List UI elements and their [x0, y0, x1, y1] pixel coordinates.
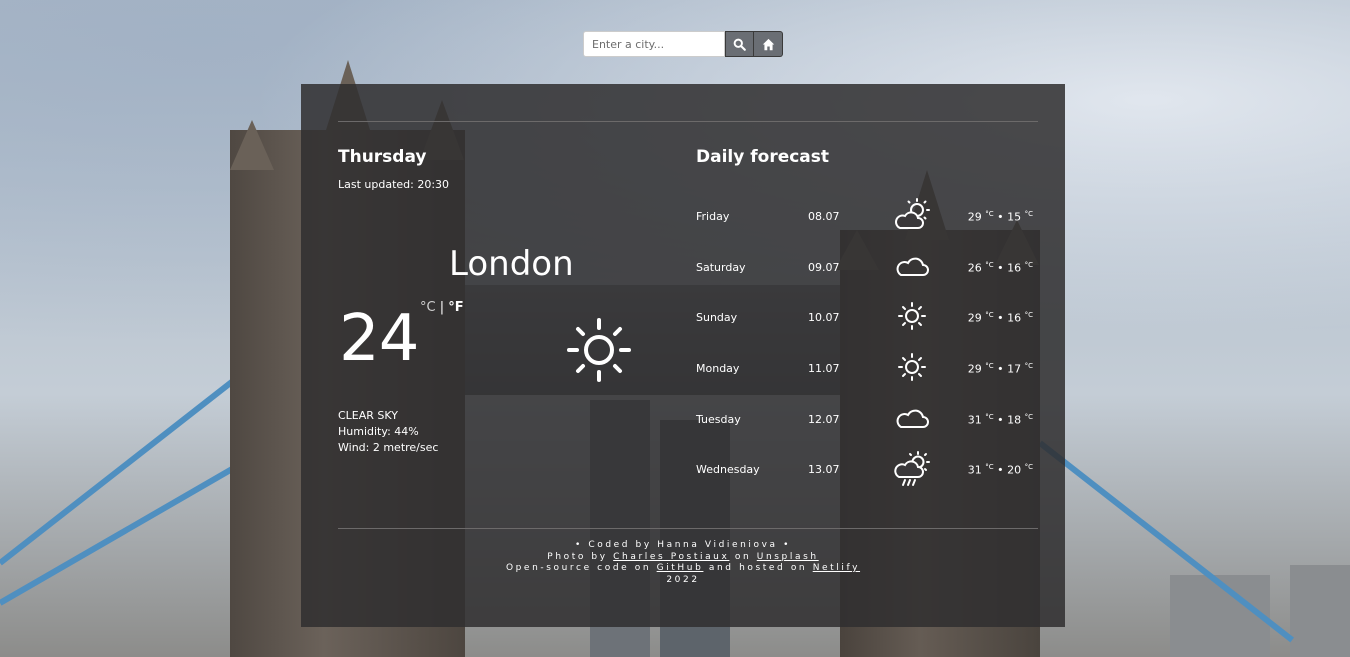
forecast-temp: 29 °C • 17 °C — [968, 362, 1033, 376]
footer-source: Open-source code on GitHub and hosted on… — [301, 563, 1065, 575]
unit: °C — [985, 311, 994, 319]
separator: • — [997, 362, 1004, 376]
unit: °C — [1024, 210, 1033, 218]
footer: • Coded by Hanna Vidieniova • Photo by C… — [301, 540, 1065, 586]
unit: °C — [985, 463, 994, 471]
sun-icon — [894, 350, 932, 387]
forecast-day: Saturday — [696, 261, 746, 274]
forecast-title: Daily forecast — [696, 147, 830, 167]
forecast-temp: 29 °C • 16 °C — [968, 311, 1033, 325]
forecast-min: 17 — [1007, 362, 1022, 376]
unit-separator: | — [439, 300, 445, 315]
forecast-date: 12.07 — [808, 413, 840, 426]
forecast-max: 29 — [967, 311, 982, 325]
forecast-day: Sunday — [696, 311, 738, 324]
separator: • — [997, 413, 1004, 427]
forecast-temp: 31 °C • 20 °C — [968, 463, 1033, 477]
forecast-min: 15 — [1007, 210, 1022, 224]
cloud-icon — [894, 401, 932, 438]
photographer-link[interactable]: Charles Postiaux — [613, 552, 729, 562]
sun-icon — [894, 299, 932, 336]
forecast-date: 10.07 — [808, 311, 840, 324]
forecast-row: Monday 11.07 29 °C • 17 °C — [696, 353, 1041, 381]
netlify-link[interactable]: Netlify — [813, 563, 860, 573]
unit-switch: °C | °F — [420, 300, 464, 315]
forecast-row: Tuesday 12.07 31 °C • 18 °C — [696, 407, 1041, 431]
unit: °C — [1024, 362, 1033, 370]
partly-cloudy-icon — [894, 198, 932, 235]
forecast-min: 18 — [1007, 413, 1022, 427]
footer-photo-credit: Photo by Charles Postiaux on Unsplash — [301, 552, 1065, 564]
unit: °C — [1024, 413, 1033, 421]
unit: °C — [1024, 311, 1033, 319]
current-temperature: 24 — [339, 302, 419, 376]
forecast-day: Tuesday — [696, 413, 741, 426]
forecast-temp: 26 °C • 16 °C — [968, 261, 1033, 275]
unit: °C — [985, 261, 994, 269]
unsplash-link[interactable]: Unsplash — [757, 552, 819, 562]
forecast-max: 31 — [967, 413, 982, 427]
search-form — [583, 31, 783, 57]
forecast-row: Friday 08.07 29 °C • 15 °C — [696, 198, 1041, 229]
unit: °C — [985, 413, 994, 421]
rain-sun-icon — [894, 451, 932, 492]
unit: °C — [985, 210, 994, 218]
weather-description: CLEAR SKY — [338, 409, 398, 422]
forecast-date: 08.07 — [808, 210, 840, 223]
forecast-min: 16 — [1007, 311, 1022, 325]
cloud-icon — [894, 249, 932, 286]
separator: • — [997, 210, 1004, 224]
forecast-row: Sunday 10.07 29 °C • 16 °C — [696, 302, 1041, 330]
wind: Wind: 2 metre/sec — [338, 441, 439, 454]
forecast-day: Wednesday — [696, 463, 760, 476]
forecast-min: 20 — [1007, 463, 1022, 477]
home-icon — [762, 38, 774, 50]
clear-sky-sun-icon — [567, 318, 631, 386]
footer-text: Open-source code on — [505, 563, 652, 573]
celsius-link[interactable]: °C — [420, 300, 436, 315]
city-search-input[interactable] — [583, 31, 725, 57]
fahrenheit-link[interactable]: °F — [448, 300, 463, 315]
footer-text: and hosted on — [708, 563, 808, 573]
forecast-max: 29 — [967, 210, 982, 224]
unit: °C — [985, 362, 994, 370]
divider — [338, 121, 1038, 122]
forecast-day: Friday — [696, 210, 730, 223]
separator: • — [997, 311, 1004, 325]
current-conditions: CLEAR SKY Humidity: 44% Wind: 2 metre/se… — [338, 408, 438, 456]
bridge-cable — [1038, 440, 1295, 643]
weather-card: Thursday Last updated: 20:30 London 24 °… — [301, 84, 1065, 627]
current-day: Thursday — [338, 147, 427, 167]
separator: • — [997, 463, 1004, 477]
github-link[interactable]: GitHub — [657, 563, 704, 573]
forecast-temp: 29 °C • 15 °C — [968, 210, 1033, 224]
forecast-min: 16 — [1007, 261, 1022, 275]
forecast-temp: 31 °C • 18 °C — [968, 413, 1033, 427]
forecast-max: 26 — [967, 261, 982, 275]
city-name: London — [449, 244, 574, 284]
forecast-date: 09.07 — [808, 261, 840, 274]
forecast-date: 11.07 — [808, 362, 840, 375]
last-updated: Last updated: 20:30 — [338, 178, 450, 191]
distant-building — [1290, 565, 1350, 657]
footer-text: on — [734, 551, 752, 562]
separator: • — [997, 261, 1004, 275]
home-button[interactable] — [754, 31, 783, 57]
tower-spire — [230, 120, 274, 170]
forecast-date: 13.07 — [808, 463, 840, 476]
footer-text: Photo by — [547, 551, 608, 562]
footer-credit: • Coded by Hanna Vidieniova • — [574, 540, 792, 550]
forecast-day: Monday — [696, 362, 740, 375]
unit: °C — [1024, 463, 1033, 471]
search-button[interactable] — [725, 31, 754, 57]
forecast-max: 31 — [967, 463, 982, 477]
forecast-row: Wednesday 13.07 31 °C • 20 °C — [696, 451, 1041, 486]
footer-year: 2022 — [666, 574, 700, 585]
humidity: Humidity: 44% — [338, 425, 419, 438]
forecast-row: Saturday 09.07 26 °C • 16 °C — [696, 255, 1041, 279]
search-icon — [733, 38, 746, 51]
unit: °C — [1024, 261, 1033, 269]
forecast-max: 29 — [967, 362, 982, 376]
divider — [338, 528, 1038, 529]
